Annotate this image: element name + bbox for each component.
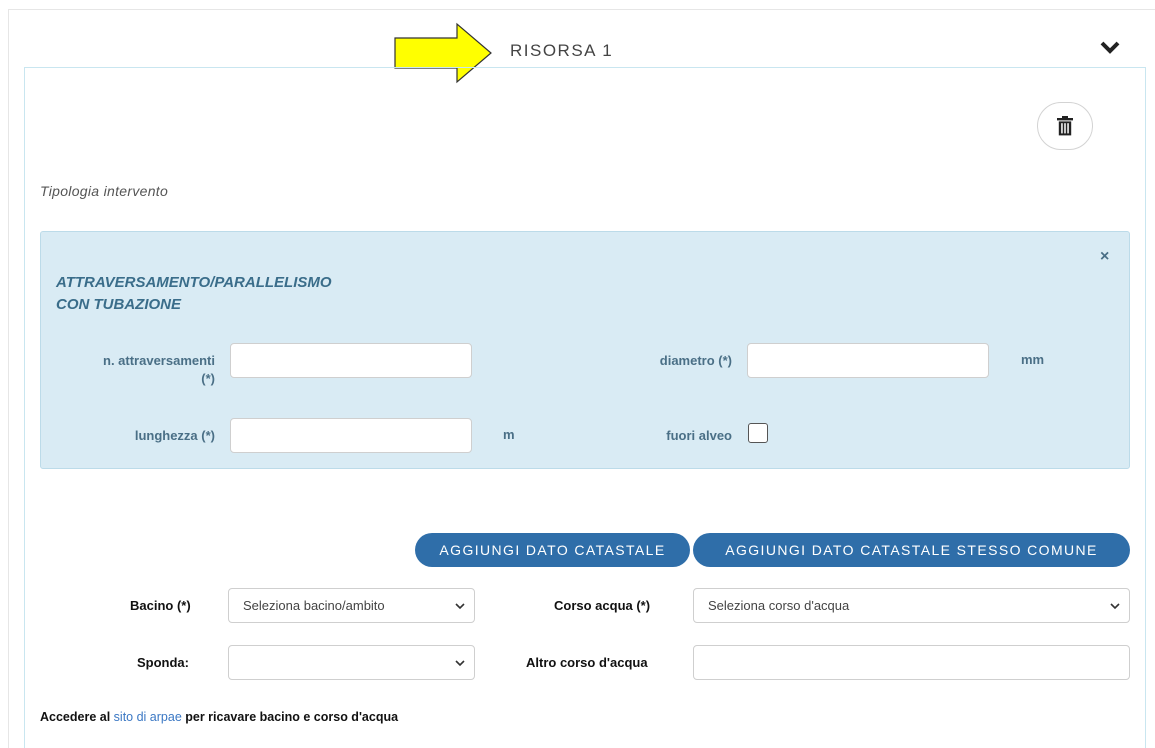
out-of-bed-checkbox[interactable] [748,423,768,443]
intervention-title-line1: ATTRAVERSAMENTO/PARALLELISMO [56,274,332,291]
diameter-label: diametro (*) [659,353,732,368]
crossings-input[interactable] [230,343,472,378]
other-watercourse-label: Altro corso d'acqua [526,655,648,670]
crossings-label-line1: n. attraversamenti [103,353,215,368]
bank-label: Sponda: [137,655,189,670]
footer-note-suffix: per ricavare bacino e corso d'acqua [181,710,399,724]
diameter-input[interactable] [747,343,989,378]
watercourse-label: Corso acqua (*) [554,598,651,613]
footer-note-prefix: Accedere al [40,710,114,724]
footer-note: Accedere al sito di arpae per ricavare b… [40,710,398,724]
arpae-site-link[interactable]: sito di arpae [114,710,182,724]
crossings-label: n. attraversamenti (*) [60,352,215,388]
other-watercourse-input[interactable] [693,645,1130,680]
crossings-label-line2: (*) [201,371,215,386]
basin-label: Bacino (*) [130,598,191,613]
close-icon[interactable]: × [1100,248,1109,266]
add-cadastral-button[interactable]: AGGIUNGI DATO CATASTALE [415,533,690,567]
delete-resource-button[interactable] [1037,102,1093,150]
length-input[interactable] [230,418,472,453]
length-label: lunghezza (*) [134,428,215,443]
length-unit: m [503,427,515,442]
basin-select-value: Seleziona bacino/ambito [243,598,385,613]
watercourse-select-value: Seleziona corso d'acqua [708,598,850,613]
watercourse-select[interactable]: Seleziona corso d'acqua [693,588,1130,623]
chevron-down-icon [455,603,465,610]
diameter-unit: mm [1021,352,1045,367]
bank-select[interactable] [228,645,475,680]
intervention-title: ATTRAVERSAMENTO/PARALLELISMO CON TUBAZIO… [56,272,396,316]
trash-icon [1057,116,1073,136]
intervention-type-label: Tipologia intervento [40,183,169,199]
basin-select[interactable]: Seleziona bacino/ambito [228,588,475,623]
chevron-down-icon [455,660,465,667]
out-of-bed-label: fuori alveo [666,428,732,443]
intervention-title-line2: CON TUBAZIONE [56,296,181,313]
resource-title: RISORSA 1 [510,41,614,60]
chevron-down-icon[interactable] [1099,39,1121,57]
chevron-down-icon [1110,603,1120,610]
add-cadastral-same-municipality-button[interactable]: AGGIUNGI DATO CATASTALE STESSO COMUNE [693,533,1130,567]
